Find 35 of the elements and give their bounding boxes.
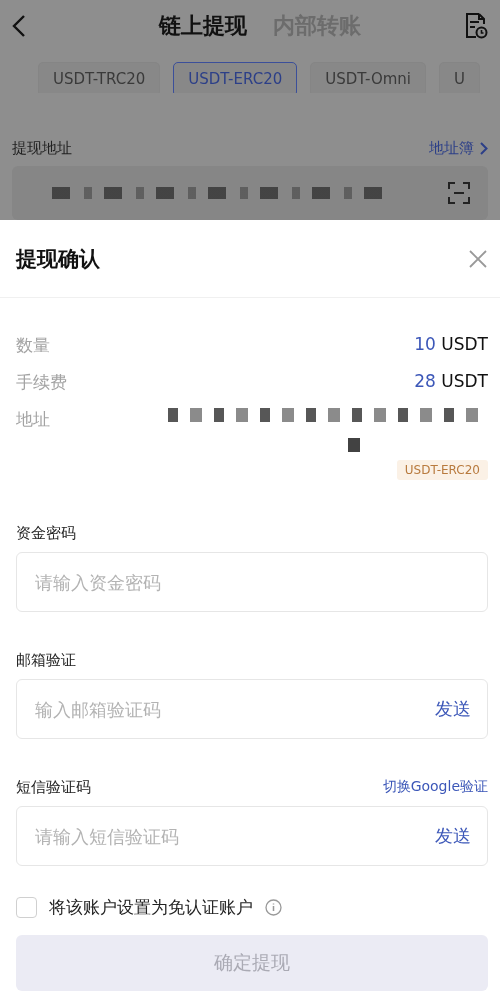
checkbox-label: 将该账户设置为免认证账户 xyxy=(49,896,253,919)
address-label: 提现地址 xyxy=(12,139,72,159)
field-label: 资金密码 xyxy=(16,524,76,543)
network-tag: USDT-ERC20 xyxy=(396,460,488,480)
send-code-button[interactable]: 发送 xyxy=(435,697,471,721)
input-field[interactable]: 请输入资金密码 xyxy=(16,552,488,612)
scan-icon[interactable] xyxy=(448,182,470,205)
input-text[interactable]: 请输入短信验证码 xyxy=(33,824,435,848)
checkbox[interactable] xyxy=(16,897,37,918)
sheet-title: 提现确认 xyxy=(16,245,100,273)
summary-label: 数量 xyxy=(16,334,50,357)
field-label: 邮箱验证 xyxy=(16,651,76,670)
field-label: 短信验证码 xyxy=(16,778,91,797)
address-book-link[interactable]: 地址簿 xyxy=(429,139,488,159)
summary-label: 地址 xyxy=(16,408,50,431)
summary-value: 10 USDT xyxy=(414,334,488,354)
address-field[interactable] xyxy=(12,166,488,220)
tab[interactable]: 链上提现 xyxy=(159,10,247,41)
history-icon[interactable] xyxy=(464,11,488,40)
network-chip[interactable]: USDT-TRC20 xyxy=(38,61,161,94)
input-field[interactable]: 输入邮箱验证码 发送 xyxy=(16,679,488,739)
network-chip[interactable]: USDT-ERC20 xyxy=(173,61,298,94)
network-chip[interactable]: USDT-Omni xyxy=(310,61,426,94)
summary-label: 手续费 xyxy=(16,371,67,394)
summary-value: 28 USDT xyxy=(414,371,488,391)
network-chip[interactable]: U xyxy=(439,61,480,94)
close-icon[interactable] xyxy=(468,248,488,269)
switch-verification-link[interactable]: 切换Google验证 xyxy=(382,778,488,796)
back-icon[interactable] xyxy=(12,13,26,38)
chevron-right-icon xyxy=(480,142,488,156)
info-icon[interactable] xyxy=(265,899,282,916)
send-code-button[interactable]: 发送 xyxy=(435,824,471,848)
input-field[interactable]: 请输入短信验证码 发送 xyxy=(16,806,488,866)
input-text[interactable]: 输入邮箱验证码 xyxy=(33,697,435,721)
input-text[interactable]: 请输入资金密码 xyxy=(33,570,471,594)
